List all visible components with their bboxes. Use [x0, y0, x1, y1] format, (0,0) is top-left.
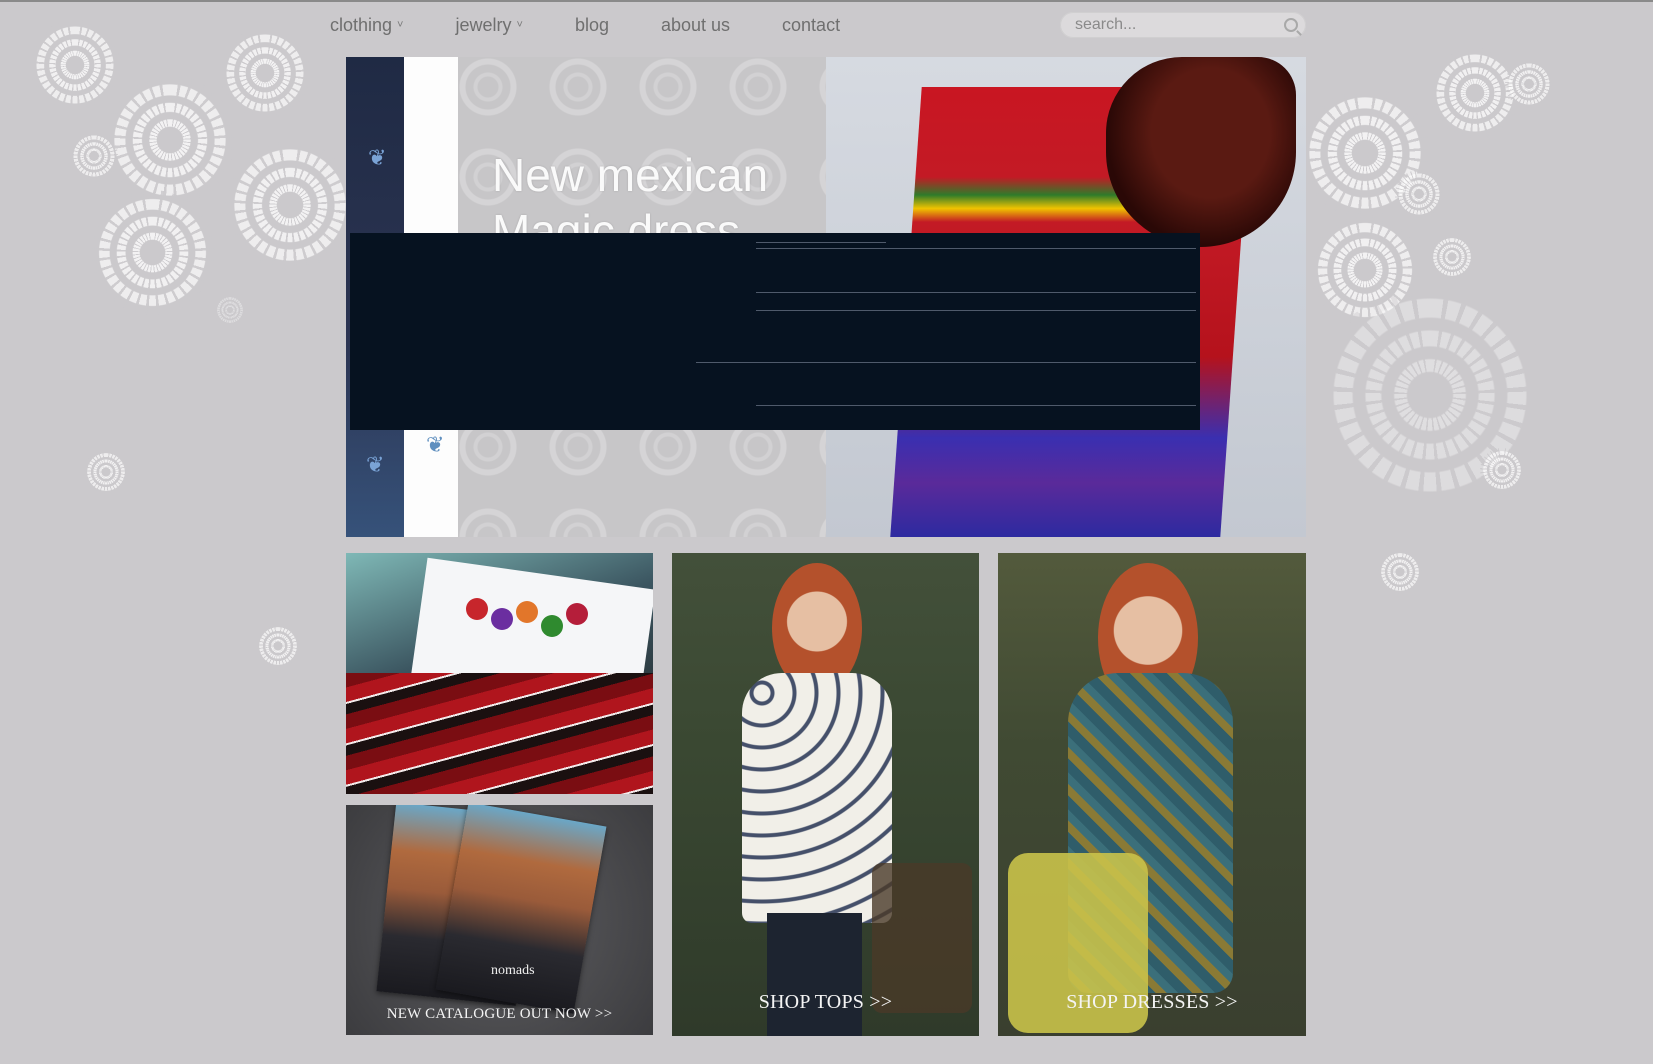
hero-overlay	[350, 233, 1200, 430]
rosette-decoration	[70, 132, 118, 180]
rosette-decoration	[30, 20, 120, 110]
overlay-line	[696, 362, 1196, 363]
rosette-decoration	[220, 28, 310, 118]
overlay-line	[756, 292, 1196, 293]
nav-item-blog[interactable]: blog	[575, 15, 609, 36]
nav-item-label: about us	[660, 14, 731, 35]
search-input[interactable]	[1060, 15, 1277, 35]
tile-shop-dresses[interactable]: SHOP DRESSES >>	[998, 553, 1306, 1036]
main-nav: clothing ˅ jewelry ˅ blog about us conta…	[330, 10, 892, 40]
overlay-line	[756, 248, 1196, 249]
butterfly-icon: ❦	[426, 432, 445, 457]
rosette-decoration	[256, 624, 300, 668]
chevron-down-icon: ˅	[397, 19, 404, 31]
nav-item-about-us[interactable]: about us	[661, 15, 730, 36]
magnifier-icon[interactable]	[1284, 18, 1298, 32]
nav-item-contact[interactable]: contact	[782, 15, 840, 36]
shop-dresses-link[interactable]: SHOP DRESSES >>	[998, 991, 1306, 1014]
rosette-decoration	[84, 450, 128, 494]
rosette-decoration	[1480, 448, 1524, 492]
nav-item-label: contact	[782, 14, 841, 35]
top-border	[0, 0, 1653, 2]
overlay-line	[756, 405, 1196, 406]
overlay-line	[756, 242, 886, 243]
flower-icon	[466, 598, 488, 620]
model-jeans	[767, 913, 862, 1036]
nav-item-jewelry[interactable]: jewelry ˅	[455, 15, 522, 36]
rosette-decoration	[1505, 60, 1553, 108]
flower-icon	[566, 603, 588, 625]
butterfly-icon: ❦	[368, 145, 387, 170]
rosette-decoration	[1378, 550, 1422, 594]
model-blouse	[742, 673, 892, 923]
catalogue-card-text: nomads	[491, 963, 535, 978]
rosette-decoration	[90, 190, 215, 315]
catalogue-link[interactable]: NEW CATALOGUE OUT NOW >>	[346, 1006, 653, 1023]
rosette-decoration	[215, 295, 245, 325]
rosette-decoration	[105, 75, 235, 205]
rosette-decoration	[1430, 235, 1474, 279]
rosette-decoration	[225, 140, 355, 270]
tile-catalogue[interactable]: nomads NEW CATALOGUE OUT NOW >>	[346, 805, 653, 1035]
hero-banner[interactable]: ❦ ❦ ❦ New mexican Magic dress	[346, 57, 1306, 537]
flower-icon	[516, 601, 538, 623]
tile-embroidery[interactable]	[346, 553, 653, 794]
butterfly-icon: ❦	[366, 452, 385, 477]
hat-image	[1106, 57, 1296, 247]
nav-item-label: clothing	[330, 14, 393, 35]
nav-item-label: jewelry	[455, 14, 512, 35]
tile-shop-tops[interactable]: SHOP TOPS >>	[672, 553, 979, 1036]
shop-tops-link[interactable]: SHOP TOPS >>	[672, 991, 979, 1014]
striped-blanket	[346, 673, 653, 794]
rosette-decoration	[1395, 170, 1443, 218]
flower-icon	[491, 608, 513, 630]
chevron-down-icon: ˅	[516, 19, 523, 31]
search-box	[1060, 12, 1306, 38]
overlay-line	[756, 310, 1196, 311]
nav-item-label: blog	[574, 14, 609, 35]
flower-icon	[541, 615, 563, 637]
nav-item-clothing[interactable]: clothing ˅	[330, 15, 403, 36]
